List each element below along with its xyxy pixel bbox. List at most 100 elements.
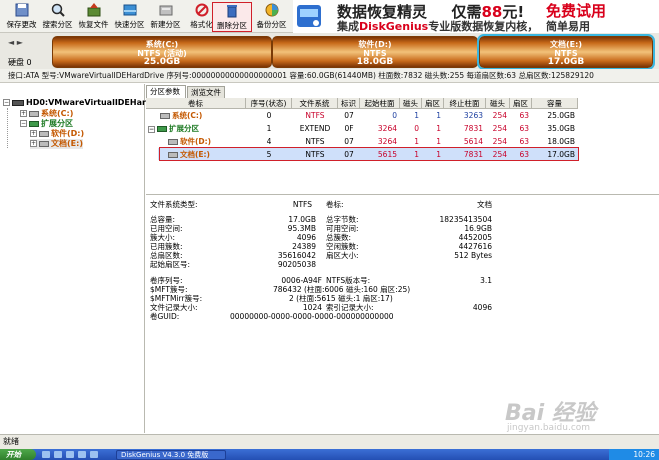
row-end-head: 254 (492, 137, 507, 146)
start-button[interactable]: 开始 (0, 449, 36, 460)
row-name: 文档(E:) (180, 150, 210, 159)
volume-serial-label: 卷序列号: (150, 276, 183, 285)
col-fs[interactable]: 文件系统 (292, 98, 338, 109)
watermark-url: jingyan.baidu.com (507, 423, 591, 433)
backup-partition-button[interactable]: 备份分区 (253, 2, 290, 32)
disk-tree: − HD0:VMwareVirtualIDEHardD + 系统(C:) − 扩展分区… (0, 84, 158, 433)
row-fs: NTFS (305, 137, 325, 146)
quicklaunch-icon[interactable] (90, 451, 98, 458)
row-start-sector: 1 (436, 137, 441, 146)
col-end-sector[interactable]: 扇区 (510, 98, 532, 109)
quicklaunch-icon[interactable] (66, 451, 74, 458)
row-capacity: 35.0GB (547, 124, 575, 133)
taskbar: 开始 DiskGenius V4.3.0 免费版 10:26 (0, 449, 659, 460)
delete-partition-label: 删除分区 (217, 21, 247, 30)
volume-label-value: 文档 (477, 200, 492, 209)
fs-type-label: 文件系统类型: (150, 200, 198, 209)
row-end-cyl: 5614 (463, 137, 483, 146)
quicklaunch-icon[interactable] (42, 451, 50, 458)
tree-item-disk[interactable]: − HD0:VMwareVirtualIDEHardD (3, 98, 158, 108)
collapse-icon[interactable]: − (20, 120, 27, 127)
row-start-sector: 1 (436, 111, 441, 120)
search-partition-button[interactable]: 搜索分区 (39, 2, 76, 32)
volume-guid-label: 卷GUID: (150, 312, 180, 321)
tree-item-c[interactable]: + 系统(C:) (20, 109, 73, 119)
col-label[interactable]: 卷标 (146, 98, 246, 109)
start-sector-label: 起始扇区号: (150, 260, 191, 269)
col-start-cyl[interactable]: 起始柱面 (360, 98, 400, 109)
row-name: 系统(C:) (172, 111, 203, 120)
new-partition-button[interactable]: 新建分区 (147, 2, 184, 32)
disk-name: 硬盘 0 (8, 58, 32, 67)
tree-e-label: 文档(E:) (51, 139, 83, 148)
taskbar-app-diskgenius[interactable]: DiskGenius V4.3.0 免费版 (116, 450, 226, 460)
collapse-icon[interactable]: − (148, 125, 155, 133)
file-record-size-label: 文件记录大小: (150, 303, 198, 312)
expand-icon[interactable]: + (30, 140, 37, 147)
row-end-cyl: 7831 (463, 124, 483, 133)
row-end-sector: 63 (519, 111, 529, 120)
recover-file-label: 恢复文件 (78, 20, 109, 29)
row-end-head: 254 (492, 124, 507, 133)
partition-icon (39, 130, 49, 137)
partition-block-c[interactable]: 系统(C:) NTFS (活动) 25.0GB (52, 36, 272, 68)
data-recovery-logo-icon (297, 5, 321, 27)
partition-d-size: 18.0GB (356, 57, 394, 67)
col-start-sector[interactable]: 扇区 (422, 98, 444, 109)
expand-icon[interactable]: + (20, 110, 27, 117)
recover-file-icon (87, 3, 100, 17)
row-start-head: 1 (414, 150, 419, 159)
col-id[interactable]: 标识 (338, 98, 360, 109)
tree-extended-label: 扩展分区 (41, 119, 73, 128)
col-end-head[interactable]: 磁头 (486, 98, 510, 109)
ad-line2-brand: DiskGenius (359, 20, 429, 33)
total-capacity-label: 总容量: (150, 215, 176, 224)
backup-partition-icon (265, 3, 278, 17)
save-label: 保存更改 (6, 20, 37, 29)
save-button[interactable]: 保存更改 (3, 2, 40, 32)
col-index[interactable]: 序号(状态) (246, 98, 292, 109)
partition-table: 卷标 序号(状态) 文件系统 标识 起始柱面 磁头 扇区 终止柱面 磁头 扇区 … (146, 98, 659, 194)
col-start-head[interactable]: 磁头 (400, 98, 422, 109)
file-record-size-value: 1024 (302, 303, 322, 312)
tree-item-e[interactable]: + 文档(E:) (30, 139, 83, 149)
tab-browse-files[interactable]: 浏览文件 (187, 86, 225, 98)
partition-block-d[interactable]: 软件(D:) NTFS 18.0GB (272, 36, 478, 68)
col-end-cyl[interactable]: 终止柱面 (444, 98, 486, 109)
row-end-head: 254 (492, 150, 507, 159)
row-index: 4 (266, 137, 272, 146)
status-bar: 就绪 (0, 434, 659, 449)
row-start-cyl: 3264 (377, 137, 397, 146)
tree-item-extended[interactable]: − 扩展分区 (20, 119, 73, 129)
ad-easy: 简单易用 (546, 20, 590, 33)
delete-partition-button[interactable]: 删除分区 (212, 2, 252, 32)
extended-partition-icon (29, 120, 39, 127)
col-capacity[interactable]: 容量 (532, 98, 578, 109)
expand-icon[interactable]: + (30, 130, 37, 137)
row-start-cyl: 5615 (377, 150, 397, 159)
quicklaunch-icon[interactable] (54, 451, 62, 458)
quick-partition-label: 快速分区 (114, 20, 145, 29)
row-end-sector: 63 (519, 150, 529, 159)
collapse-icon[interactable]: − (3, 99, 10, 106)
extended-partition-icon (157, 126, 167, 132)
volume-serial-value: 0006-A94F (281, 276, 322, 285)
ad-banner[interactable]: 数据恢复精灵 仅需88元! 集成DiskGenius专业版数据恢复内核， 免费试… (293, 0, 659, 33)
quick-partition-button[interactable]: 快速分区 (111, 2, 148, 32)
cluster-size-label: 簇大小: (150, 233, 176, 242)
ntfs-version-value: 3.1 (480, 276, 492, 285)
tab-partition-params[interactable]: 分区参数 (146, 85, 186, 98)
mft-cluster-value: 786432 (柱面:6006 磁头:160 扇区:25) (273, 285, 411, 294)
disk-nav-arrows[interactable]: ◄ ► (8, 38, 23, 47)
ad-line2-prefix: 集成 (337, 20, 359, 33)
row-id: 07 (344, 111, 354, 120)
recover-file-button[interactable]: 恢复文件 (75, 2, 112, 32)
tree-item-d[interactable]: + 软件(D:) (30, 129, 84, 139)
row-fs: NTFS (305, 150, 325, 159)
row-name: 扩展分区 (169, 124, 199, 133)
partition-block-e[interactable]: 文档(E:) NTFS 17.0GB (477, 34, 655, 70)
new-partition-icon (159, 5, 172, 16)
used-space-label: 已用空间: (150, 224, 183, 233)
format-icon (195, 3, 208, 17)
quicklaunch-icon[interactable] (78, 451, 86, 458)
